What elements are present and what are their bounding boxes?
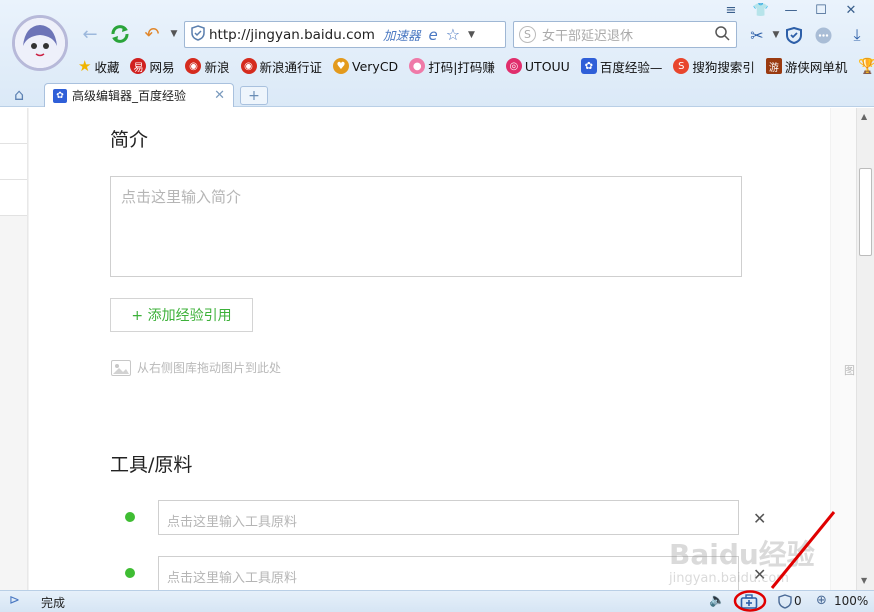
- window-controls: ≡ 👕 — ☐ ✕: [716, 1, 866, 19]
- pig-icon: ●: [409, 58, 426, 74]
- url-text[interactable]: http://jingyan.baidu.com: [209, 27, 375, 43]
- volume-icon[interactable]: 🔈: [709, 593, 725, 608]
- fav-item-sogou[interactable]: S 搜狗搜索引: [673, 57, 755, 76]
- favorites-bar: ★ 收藏 易网易 ◉ 新浪 ◉ 新浪通行证 ♥ VeryCD ● 打码|打码赚 ◎ UTOU…: [78, 55, 874, 77]
- fav-item-sina-passport[interactable]: ◉ 新浪通行证: [240, 57, 322, 76]
- fav-item-ali213[interactable]: 游游侠网单机: [765, 57, 847, 76]
- page-content: 简介 点击这里输入简介 + 添加经验引用 从右侧图库拖动图片到此处 工具/原料 …: [0, 108, 874, 590]
- browser-chrome: ≡ 👕 — ☐ ✕ ← ↶ ▼ http://jingyan.baidu.com…: [0, 0, 874, 107]
- search-icon[interactable]: [715, 25, 730, 44]
- tool-input[interactable]: 点击这里输入工具原料: [158, 500, 739, 535]
- left-panel-item[interactable]: [0, 108, 27, 144]
- download-icon[interactable]: ⤓: [845, 24, 869, 46]
- adblock-icon[interactable]: [778, 594, 792, 612]
- undo-dropdown-icon[interactable]: ▼: [162, 22, 186, 46]
- right-panel: 图: [831, 108, 856, 590]
- scroll-up-icon[interactable]: ▲: [861, 112, 867, 121]
- toolbox-icon[interactable]: [740, 594, 758, 612]
- tool-row: 点击这里输入工具原料 ✕: [125, 500, 825, 536]
- new-tab-button[interactable]: +: [240, 86, 268, 105]
- sogou-icon: S: [673, 58, 690, 74]
- left-panel-item[interactable]: [0, 180, 27, 216]
- fav-item-dama[interactable]: ● 打码|打码赚: [409, 57, 495, 76]
- shield-icon: [191, 25, 205, 44]
- zoom-level[interactable]: 100%: [834, 594, 868, 608]
- blocked-count: 0: [794, 594, 802, 608]
- fav-item-collect[interactable]: ★ 收藏: [78, 57, 119, 76]
- undo-icon[interactable]: ↶: [140, 22, 164, 46]
- accelerator-label[interactable]: 加速器: [383, 25, 421, 44]
- baidu-paw-icon: ✿: [580, 58, 597, 74]
- address-bar[interactable]: http://jingyan.baidu.com 加速器 e ☆ ▼: [184, 21, 506, 48]
- editor-main: 简介 点击这里输入简介 + 添加经验引用 从右侧图库拖动图片到此处 工具/原料 …: [29, 108, 830, 590]
- fav-item-utouu[interactable]: ◎ UTOUU: [505, 58, 570, 74]
- sogou-search-icon: S: [519, 26, 536, 43]
- status-bar: ⊳ 完成 🔈 0 ⊕ 100%: [0, 590, 874, 612]
- scroll-thumb[interactable]: [859, 168, 872, 256]
- netease-icon: 易: [130, 58, 147, 74]
- fav-item-baidu-jingyan[interactable]: ✿ 百度经验—: [580, 57, 662, 76]
- skin-icon[interactable]: 👕: [746, 1, 776, 19]
- ali213-icon: 游: [765, 58, 782, 74]
- user-avatar[interactable]: [12, 15, 68, 71]
- search-input[interactable]: 女干部延迟退休: [542, 25, 715, 44]
- add-reference-button[interactable]: + 添加经验引用: [110, 298, 253, 332]
- intro-heading: 简介: [110, 129, 149, 151]
- fav-item-sina[interactable]: ◉ 新浪: [185, 57, 230, 76]
- security-shield-icon[interactable]: [782, 24, 806, 46]
- weibo-icon: ◉: [240, 58, 257, 74]
- left-panel: [0, 108, 28, 590]
- intro-input[interactable]: 点击这里输入简介: [110, 176, 742, 277]
- tab-editor[interactable]: ✿ 高级编辑器_百度经验 ✕: [44, 83, 234, 107]
- verycd-icon: ♥: [333, 58, 350, 74]
- star-icon: ★: [78, 57, 92, 75]
- tab-label: 高级编辑器_百度经验: [72, 89, 187, 103]
- right-panel-text[interactable]: 图: [844, 362, 855, 378]
- left-panel-item[interactable]: [0, 144, 27, 180]
- utouu-icon: ◎: [505, 58, 522, 74]
- image-drop-hint: 从右侧图库拖动图片到此处: [111, 359, 281, 376]
- drag-hint-text: 从右侧图库拖动图片到此处: [137, 361, 282, 375]
- scroll-down-icon[interactable]: ▼: [861, 576, 867, 585]
- intro-placeholder: 点击这里输入简介: [121, 188, 242, 206]
- sidebar-toggle-icon[interactable]: ⊳: [9, 593, 20, 608]
- bullet-dot: [125, 512, 135, 522]
- fav-item-verycd[interactable]: ♥ VeryCD: [333, 58, 398, 74]
- maximize-button[interactable]: ☐: [806, 1, 836, 19]
- vertical-scrollbar[interactable]: ▲ ▼: [856, 108, 874, 590]
- search-box[interactable]: S 女干部延迟退休: [513, 21, 737, 48]
- close-tab-icon[interactable]: ✕: [214, 88, 225, 103]
- tool-input[interactable]: 点击这里输入工具原料: [158, 556, 739, 590]
- baidu-watermark: Baidu经验 jingyan.baidu.com: [669, 538, 815, 586]
- tools-heading: 工具/原料: [110, 454, 193, 476]
- zoom-icon[interactable]: ⊕: [816, 593, 827, 608]
- chat-icon[interactable]: [811, 24, 835, 46]
- refresh-icon[interactable]: [108, 22, 132, 46]
- home-icon[interactable]: ⌂: [14, 85, 24, 104]
- minimize-button[interactable]: —: [776, 1, 806, 19]
- fav-item-163[interactable]: 易网易: [130, 57, 174, 76]
- trophy-icon[interactable]: 🏆: [858, 57, 874, 75]
- close-button[interactable]: ✕: [836, 1, 866, 19]
- star-icon[interactable]: ☆: [446, 25, 460, 44]
- status-text: 完成: [41, 596, 66, 610]
- tab-bar: ⌂ ✿ 高级编辑器_百度经验 ✕ +: [0, 82, 874, 107]
- menu-icon[interactable]: ≡: [716, 1, 746, 19]
- baidu-paw-icon: ✿: [53, 88, 67, 103]
- back-arrow-icon[interactable]: ←: [78, 22, 102, 46]
- address-dropdown-icon[interactable]: ▼: [468, 30, 475, 40]
- remove-icon[interactable]: ✕: [753, 509, 766, 528]
- image-icon: [111, 359, 131, 376]
- weibo-icon: ◉: [185, 58, 202, 74]
- ie-icon[interactable]: e: [428, 26, 437, 44]
- bullet-dot: [125, 568, 135, 578]
